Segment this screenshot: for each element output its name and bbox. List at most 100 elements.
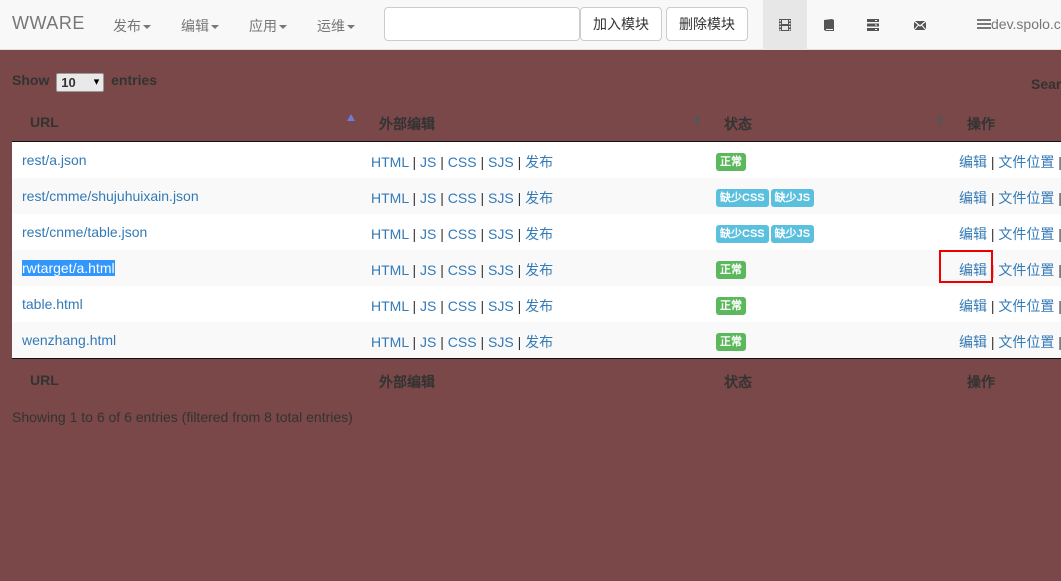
col-actions: 操作 (967, 116, 995, 132)
publish-link[interactable]: 发布 (525, 154, 553, 170)
separator: | (476, 262, 488, 278)
status-badge: 缺少JS (770, 225, 815, 243)
publish-link[interactable]: 发布 (525, 226, 553, 242)
file-location-link[interactable]: 文件位置 (998, 334, 1054, 350)
js-link[interactable]: JS (420, 226, 436, 242)
foot-url: URL (30, 372, 59, 388)
remove-module-button[interactable]: 删除模块 (666, 7, 748, 41)
html-link[interactable]: HTML (371, 334, 409, 350)
row-url[interactable]: rest/cnme/table.json (22, 224, 147, 240)
css-link[interactable]: CSS (448, 190, 477, 206)
separator: | (436, 262, 448, 278)
css-link[interactable]: CSS (448, 334, 477, 350)
col-url[interactable]: URL (30, 114, 59, 130)
sjs-link[interactable]: SJS (488, 298, 514, 314)
file-location-link[interactable]: 文件位置 (998, 262, 1054, 278)
edit-action-link[interactable]: 编辑 (959, 154, 987, 170)
publish-link[interactable]: 发布 (525, 262, 553, 278)
js-link[interactable]: JS (420, 262, 436, 278)
external-edit-links: HTML | JS | CSS | SJS | 发布 (371, 188, 553, 208)
add-module-button[interactable]: 加入模块 (580, 7, 662, 41)
file-location-link[interactable]: 文件位置 (998, 190, 1054, 206)
film-icon[interactable] (763, 0, 807, 50)
external-edit-links: HTML | JS | CSS | SJS | 发布 (371, 224, 553, 244)
menu-edit[interactable]: 编辑 (181, 16, 219, 36)
table-row: table.html HTML | JS | CSS | SJS | 发布 正常 编辑… (12, 286, 1061, 322)
table-footer: URL 外部编辑 状态 操作 (12, 360, 1061, 398)
html-link[interactable]: HTML (371, 154, 409, 170)
separator: | (476, 154, 488, 170)
server-icon[interactable] (851, 0, 895, 50)
sjs-link[interactable]: SJS (488, 226, 514, 242)
menu-publish[interactable]: 发布 (113, 16, 151, 36)
sjs-link[interactable]: SJS (488, 190, 514, 206)
menu-ops[interactable]: 运维 (317, 16, 355, 36)
external-edit-links: HTML | JS | CSS | SJS | 发布 (371, 260, 553, 280)
separator: | (408, 190, 421, 206)
row-url[interactable]: wenzhang.html (22, 332, 116, 348)
sjs-link[interactable]: SJS (488, 334, 514, 350)
js-link[interactable]: JS (420, 298, 436, 314)
separator: | (1058, 226, 1061, 242)
css-link[interactable]: CSS (448, 298, 477, 314)
menu-apps[interactable]: 应用 (249, 16, 287, 36)
row-url[interactable]: rest/cmme/shujuhuixain.json (22, 188, 199, 204)
separator: | (513, 298, 526, 314)
html-link[interactable]: HTML (371, 190, 409, 206)
caret-down-icon (279, 25, 287, 30)
file-location-link[interactable]: 文件位置 (998, 298, 1054, 314)
separator: | (987, 190, 999, 206)
table-row: rwtarget/a.html HTML | JS | CSS | SJS | 发… (12, 250, 1061, 286)
separator: | (408, 298, 421, 314)
caret-down-icon (143, 25, 151, 30)
separator: | (476, 298, 488, 314)
sjs-link[interactable]: SJS (488, 262, 514, 278)
col-external-edit[interactable]: 外部编辑 (379, 114, 435, 134)
edit-action-link[interactable]: 编辑 (959, 298, 987, 314)
js-link[interactable]: JS (420, 190, 436, 206)
html-link[interactable]: HTML (371, 298, 409, 314)
edit-action-link[interactable]: 编辑 (959, 190, 987, 206)
edit-action-link[interactable]: 编辑 (959, 334, 987, 350)
envelope-icon[interactable] (898, 0, 942, 50)
sjs-link[interactable]: SJS (488, 154, 514, 170)
col-status[interactable]: 状态 (724, 114, 752, 134)
css-link[interactable]: CSS (448, 154, 477, 170)
file-location-link[interactable]: 文件位置 (998, 154, 1054, 170)
edit-action-link[interactable]: 编辑 (959, 226, 987, 242)
separator: | (436, 334, 448, 350)
actions-cell: 编辑 | 文件位置 | (959, 188, 1061, 208)
file-location-link[interactable]: 文件位置 (998, 226, 1054, 242)
edit-highlight-box (939, 250, 993, 283)
status-cell: 正常 (716, 296, 748, 315)
brand-logo[interactable]: WWARE (12, 13, 85, 34)
separator: | (1058, 154, 1061, 170)
separator: | (476, 226, 488, 242)
separator: | (408, 226, 421, 242)
css-link[interactable]: CSS (448, 262, 477, 278)
book-icon[interactable] (807, 0, 851, 50)
js-link[interactable]: JS (420, 334, 436, 350)
server-indicator[interactable]: dev.spolo.c (977, 16, 1061, 32)
publish-link[interactable]: 发布 (525, 190, 553, 206)
length-select[interactable]: 10 (56, 73, 105, 92)
separator: | (436, 154, 448, 170)
row-url[interactable]: rwtarget/a.html (22, 260, 115, 276)
status-badge: 正常 (716, 297, 746, 315)
actions-cell: 编辑 | 文件位置 | (959, 332, 1061, 352)
publish-link[interactable]: 发布 (525, 334, 553, 350)
separator: | (987, 154, 999, 170)
html-link[interactable]: HTML (371, 226, 409, 242)
status-cell: 缺少CSS 缺少JS (716, 224, 816, 243)
row-url[interactable]: table.html (22, 296, 83, 312)
separator: | (436, 226, 448, 242)
html-link[interactable]: HTML (371, 262, 409, 278)
js-link[interactable]: JS (420, 154, 436, 170)
foot-status: 状态 (724, 374, 752, 390)
css-link[interactable]: CSS (448, 226, 477, 242)
module-input[interactable] (384, 7, 580, 41)
publish-link[interactable]: 发布 (525, 298, 553, 314)
caret-down-icon (211, 25, 219, 30)
length-suffix: entries (111, 72, 158, 88)
row-url[interactable]: rest/a.json (22, 152, 87, 168)
